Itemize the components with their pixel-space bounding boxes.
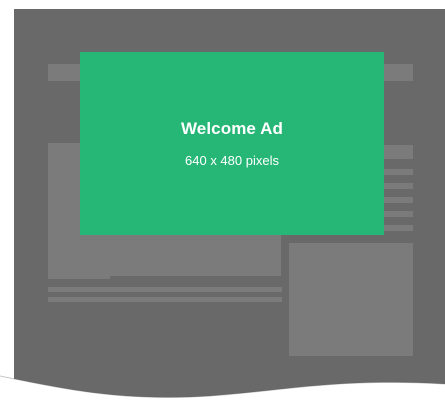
sidebar-line-placeholder (384, 169, 413, 175)
hero-caption-placeholder (48, 276, 110, 279)
sidebar-line-placeholder (384, 197, 413, 203)
sidebar-heading-placeholder (384, 145, 413, 159)
text-line-placeholder (48, 287, 282, 292)
sidebar-line-placeholder (384, 183, 413, 189)
welcome-ad-banner[interactable]: Welcome Ad 640 x 480 pixels (80, 52, 384, 235)
side-image-placeholder (289, 243, 413, 356)
sidebar-line-placeholder (384, 225, 413, 231)
sidebar-line-placeholder (384, 211, 413, 217)
ad-title: Welcome Ad (180, 118, 284, 138)
ad-dimensions: 640 x 480 pixels (185, 152, 279, 168)
text-line-placeholder (48, 297, 282, 302)
ad-preview-stage: Welcome Ad 640 x 480 pixels (0, 0, 445, 402)
